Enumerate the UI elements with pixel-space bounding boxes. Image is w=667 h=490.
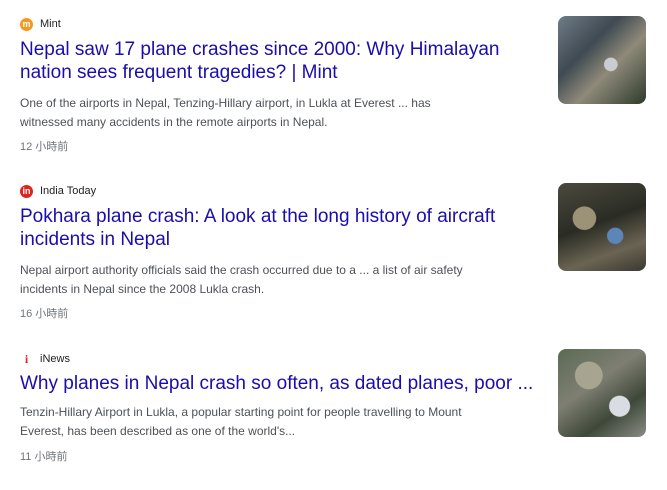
news-result[interactable]: m Mint Nepal saw 17 plane crashes since … — [0, 0, 667, 155]
result-timestamp: 16 小時前 — [20, 308, 69, 320]
result-snippet: One of the airports in Nepal, Tenzing-Hi… — [20, 94, 530, 132]
title-line[interactable]: Nepal saw 17 plane crashes since 2000: W… — [20, 38, 540, 61]
source-name: iNews — [40, 353, 70, 365]
title-line[interactable]: incidents in Nepal — [20, 228, 540, 251]
result-title-link[interactable]: Nepal saw 17 plane crashes since 2000: W… — [20, 38, 540, 84]
snippet-line: Nepal airport authority officials said t… — [20, 263, 463, 277]
result-timestamp: 12 小時前 — [20, 141, 69, 153]
mint-logo-icon: m — [20, 17, 33, 31]
result-thumbnail[interactable] — [558, 183, 646, 271]
snippet-line: Tenzin-Hillary Airport in Lukla, a popul… — [20, 405, 462, 419]
result-title-link[interactable]: Why planes in Nepal crash so often, as d… — [20, 372, 540, 395]
title-line[interactable]: Why planes in Nepal crash so often, as d… — [20, 372, 540, 395]
source-name: Mint — [40, 18, 61, 30]
source-row: m Mint — [20, 17, 61, 31]
result-title-link[interactable]: Pokhara plane crash: A look at the long … — [20, 205, 540, 251]
source-row: in India Today — [20, 184, 96, 198]
india-today-logo-icon: in — [20, 184, 33, 198]
inews-logo-icon: i — [24, 352, 29, 366]
snippet-line: One of the airports in Nepal, Tenzing-Hi… — [20, 96, 431, 110]
result-snippet: Tenzin-Hillary Airport in Lukla, a popul… — [20, 403, 530, 441]
snippet-line: incidents in Nepal since the 2008 Lukla … — [20, 282, 265, 296]
result-thumbnail[interactable] — [558, 349, 646, 437]
source-name: India Today — [40, 185, 97, 197]
news-result[interactable]: i iNews Why planes in Nepal crash so oft… — [0, 335, 667, 490]
result-timestamp: 11 小時前 — [20, 451, 68, 463]
title-line[interactable]: nation sees frequent tragedies? | Mint — [20, 61, 540, 84]
snippet-line: witnessed many accidents in the remote a… — [20, 115, 328, 129]
result-thumbnail[interactable] — [558, 16, 646, 104]
title-line[interactable]: Pokhara plane crash: A look at the long … — [20, 205, 540, 228]
snippet-line: Everest, has been described as one of th… — [20, 424, 296, 438]
source-row: i iNews — [20, 352, 70, 366]
news-result[interactable]: in India Today Pokhara plane crash: A lo… — [0, 167, 667, 322]
result-snippet: Nepal airport authority officials said t… — [20, 261, 530, 299]
